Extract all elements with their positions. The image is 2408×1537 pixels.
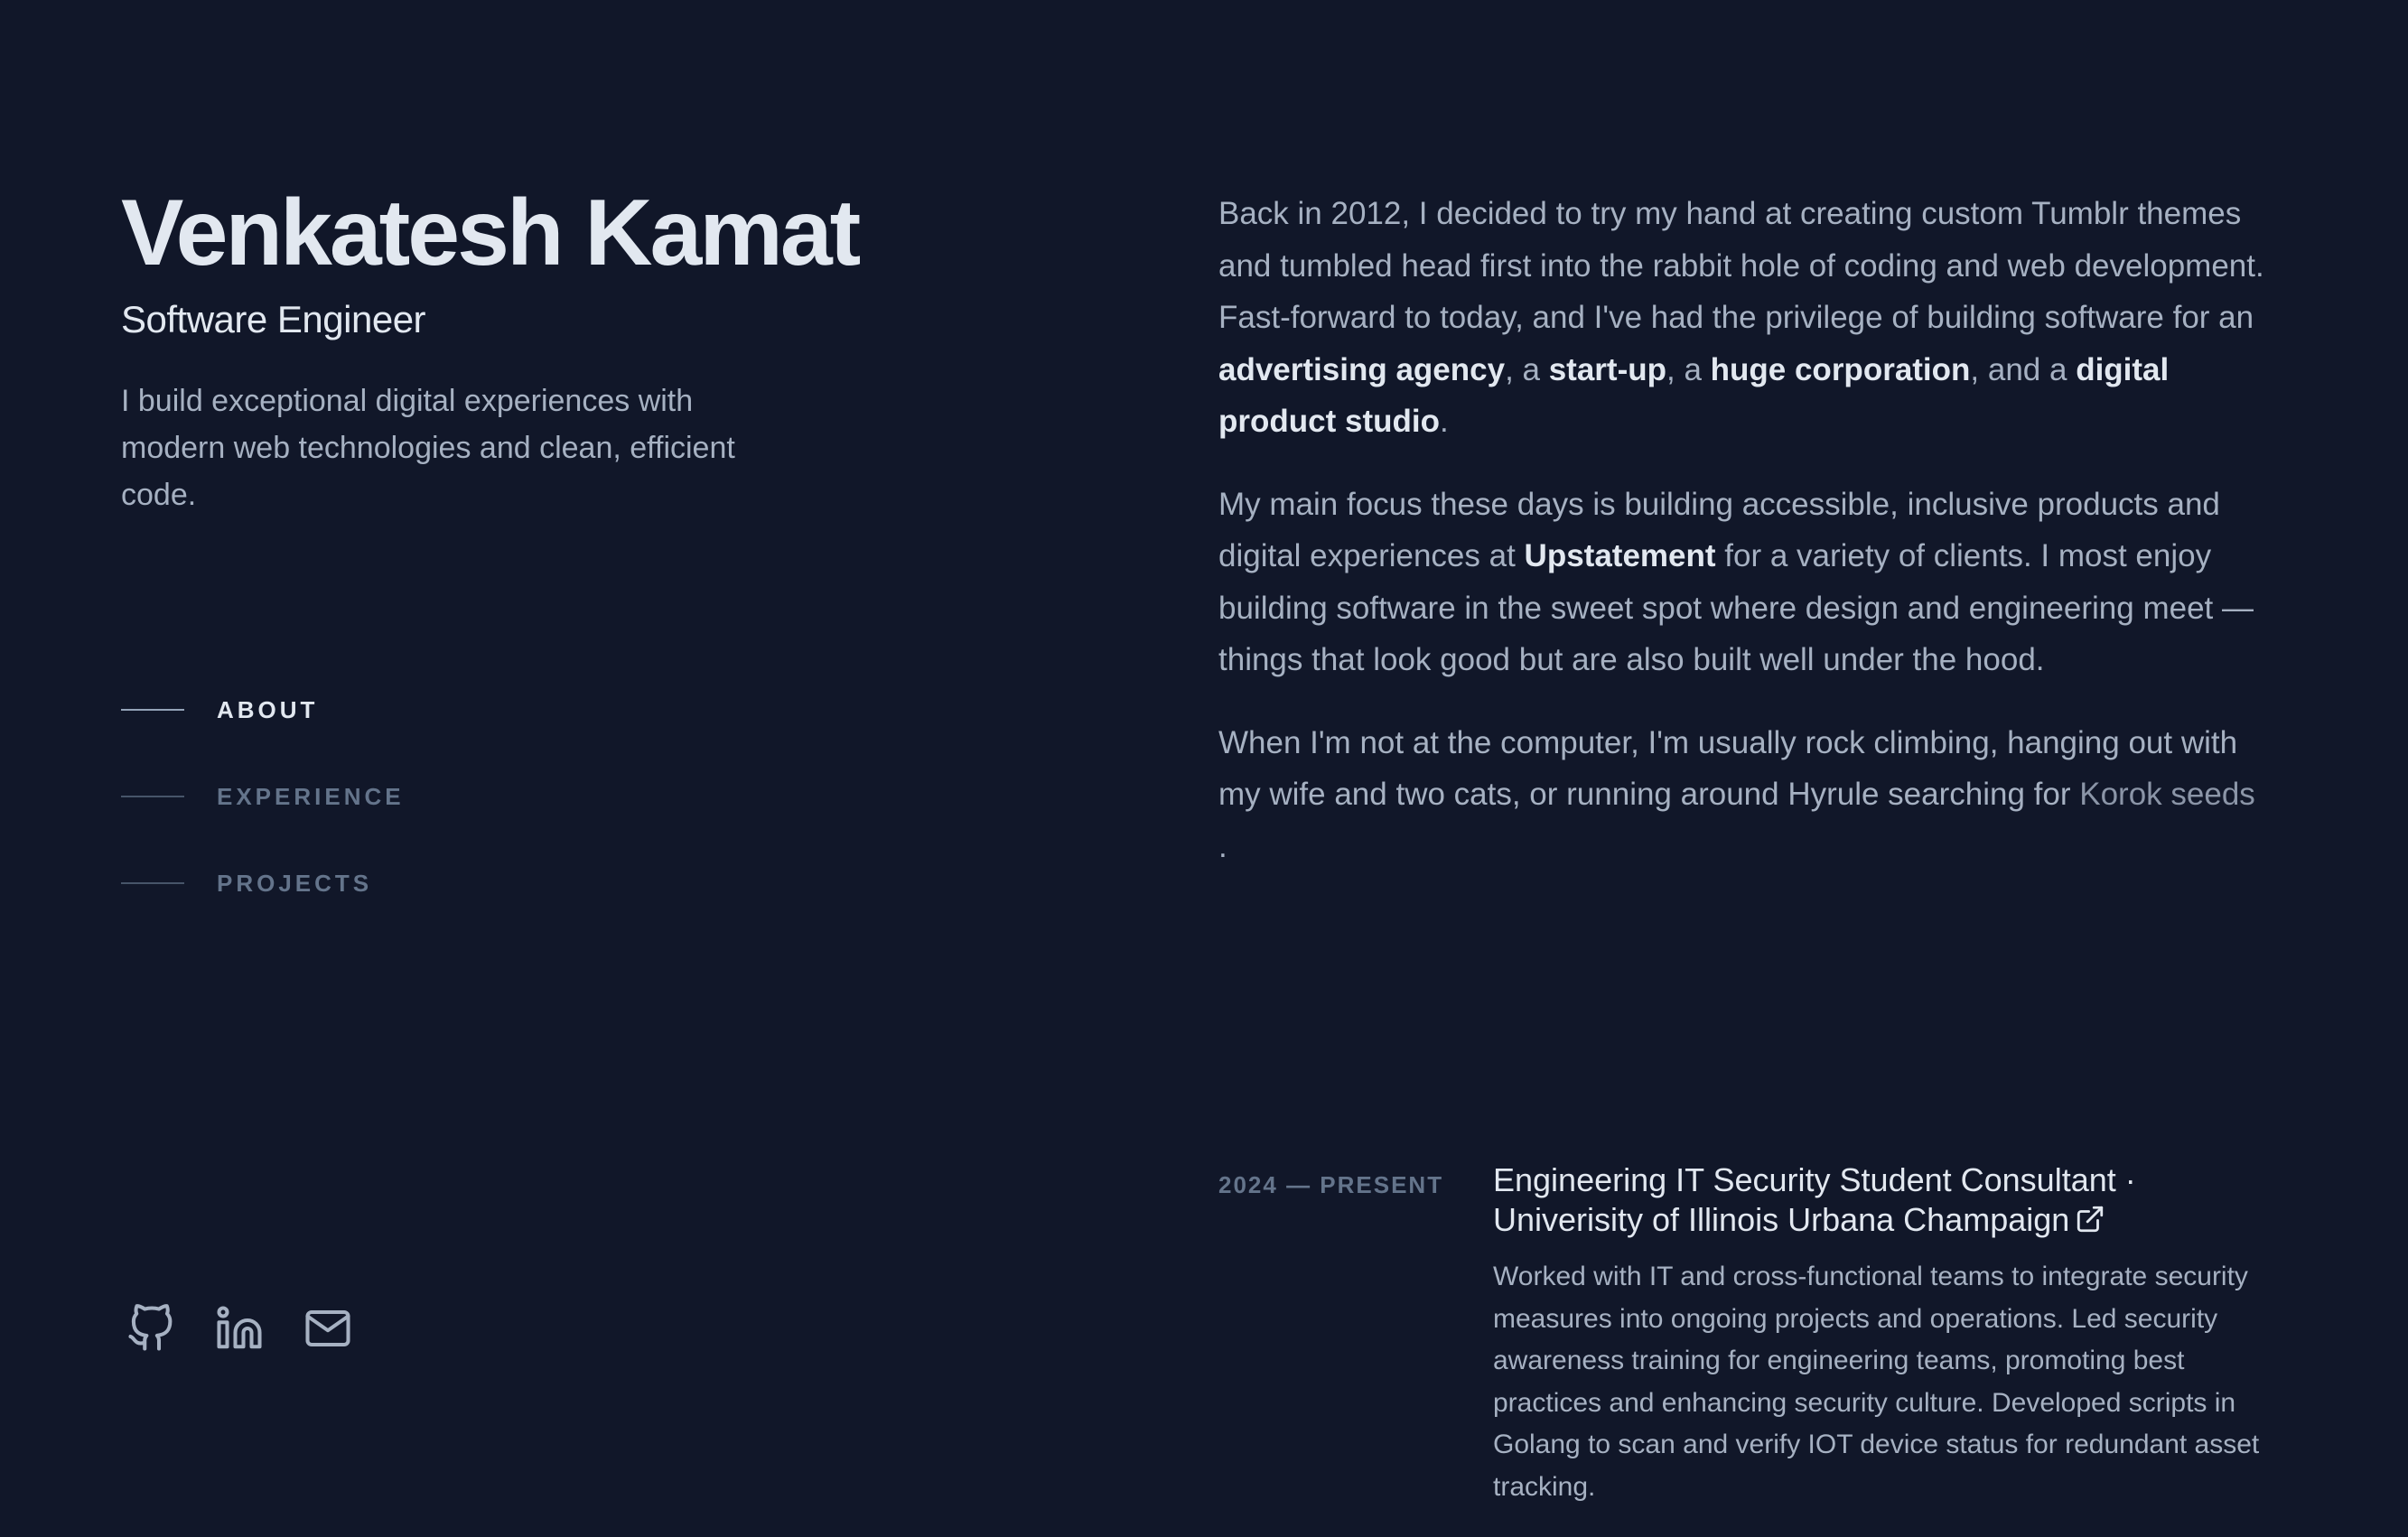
external-link-icon [2075, 1204, 2105, 1234]
page-title: Venkatesh Kamat [121, 181, 861, 285]
tagline: I build exceptional digital experiences … [121, 384, 735, 513]
linkedin-icon[interactable] [215, 1304, 264, 1353]
nav-item-projects[interactable]: PROJECTS [121, 860, 405, 907]
job-role: Software Engineer [121, 298, 426, 341]
about-text: , and a [1970, 351, 2077, 387]
nav-item-about[interactable]: ABOUT [121, 686, 405, 733]
about-text: , a [1505, 351, 1549, 387]
highlight-text: huge corporation [1710, 351, 1971, 387]
nav-item-experience[interactable]: EXPERIENCE [121, 773, 405, 820]
nav-indicator-line [121, 709, 184, 711]
about-text: , a [1666, 351, 1711, 387]
about-paragraph: When I'm not at the computer, I'm usuall… [1218, 717, 2284, 873]
experience-date: 2024 — PRESENT [1218, 1171, 1444, 1198]
experience-company: Univerisity of Illinois Urbana Champaign [1493, 1201, 2070, 1238]
mail-icon[interactable] [303, 1304, 352, 1353]
about-paragraph: Back in 2012, I decided to try my hand a… [1218, 188, 2284, 448]
nav-indicator-line [121, 796, 184, 797]
experience-item: 2024 — PRESENT Engineering IT Security S… [1218, 1160, 2284, 1535]
highlight-text: start-up [1548, 351, 1666, 387]
page: Venkatesh Kamat Software Engineer I buil… [0, 0, 2408, 1537]
experience-body: Engineering IT Security Student Consulta… [1493, 1160, 2284, 1535]
nav-label: ABOUT [217, 695, 319, 723]
nav-label: PROJECTS [217, 869, 373, 897]
profile-header: Venkatesh Kamat Software Engineer I buil… [121, 181, 1006, 518]
highlight-text: advertising agency [1218, 351, 1506, 387]
section-nav: ABOUT EXPERIENCE PROJECTS [121, 686, 405, 946]
social-links [126, 1304, 352, 1353]
nav-label: EXPERIENCE [217, 782, 405, 810]
about-text: . [1218, 828, 1227, 864]
experience-title: Engineering IT Security Student Consulta… [1493, 1161, 2136, 1198]
about-text: Back in 2012, I decided to try my hand a… [1218, 196, 2264, 335]
experience-description: Worked with IT and cross-functional team… [1493, 1262, 2260, 1502]
korok-seeds-link[interactable]: Korok seeds [2079, 777, 2255, 812]
about-text: . [1439, 404, 1449, 439]
about-section: Back in 2012, I decided to try my hand a… [1218, 188, 2284, 903]
highlight-text: Upstatement [1524, 538, 1716, 573]
experience-title-link[interactable]: Engineering IT Security Student Consulta… [1493, 1160, 2284, 1240]
github-icon[interactable] [126, 1304, 175, 1353]
about-paragraph: My main focus these days is building acc… [1218, 479, 2284, 686]
nav-indicator-line [121, 882, 184, 884]
